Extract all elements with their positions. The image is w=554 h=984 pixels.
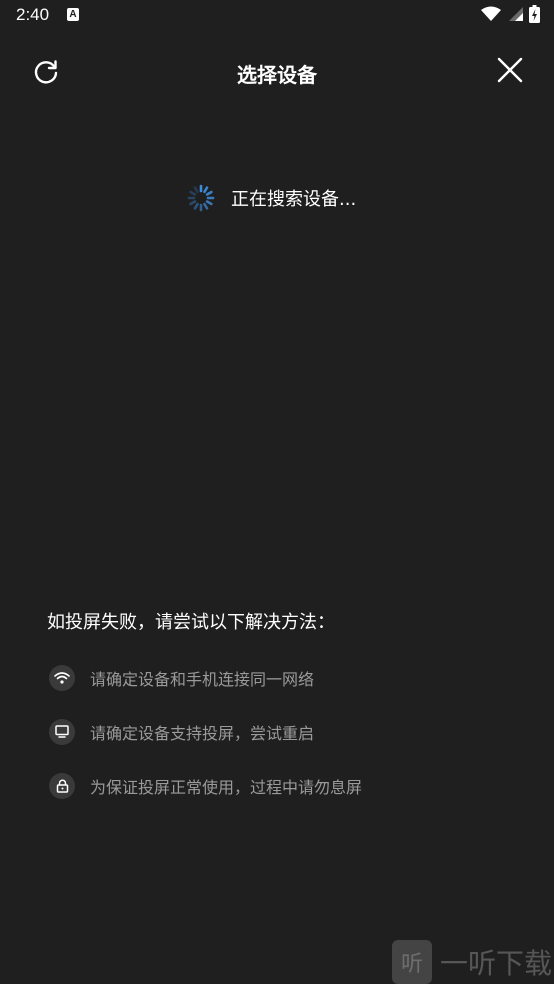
header: 选择设备 [0,40,554,104]
searching-text: 正在搜索设备... [231,189,357,210]
tips-title: 如投屏失败，请尝试以下解决方法： [47,612,335,633]
tip-item: 请确定设备和手机连接同一网络 [47,664,527,691]
battery-icon [529,5,540,23]
tip-item: 为保证投屏正常使用，过程中请勿息屏 [47,772,527,799]
status-icons [481,5,540,23]
tv-icon [49,718,75,745]
tip-item: 请确定设备支持投屏，尝试重启 [47,718,527,745]
watermark-text: 一听下载 [439,947,552,980]
watermark-logo: 听 [391,940,432,984]
close-button[interactable] [492,52,528,88]
status-bar: 2:40 A [0,0,554,32]
app-notification-icon: A [67,8,79,21]
tip-text: 请确定设备支持投屏，尝试重启 [90,723,315,743]
troubleshooting-tips: 如投屏失败，请尝试以下解决方法： 请确定设备和手机连接同一网络 请确定设备支持投… [47,608,527,826]
lock-icon [49,772,75,799]
searching-indicator: 正在搜索设备... [186,183,356,213]
tip-text: 请确定设备和手机连接同一网络 [90,669,315,689]
watermark: 听 一听下载 [391,940,552,984]
page-title: 选择设备 [237,63,317,87]
close-icon [497,57,523,83]
wifi-icon [481,6,501,21]
tip-text: 为保证投屏正常使用，过程中请勿息屏 [90,777,363,797]
signal-icon [509,7,523,21]
wifi-icon [49,664,75,691]
status-time: 2:40 [16,5,50,24]
loading-spinner-icon [187,184,215,212]
